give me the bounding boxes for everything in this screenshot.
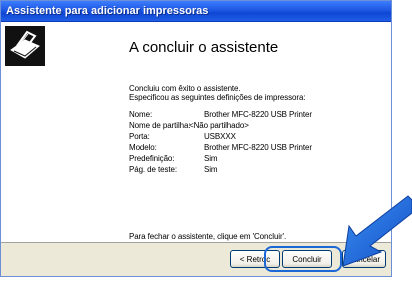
arrow-icon	[342, 195, 412, 267]
